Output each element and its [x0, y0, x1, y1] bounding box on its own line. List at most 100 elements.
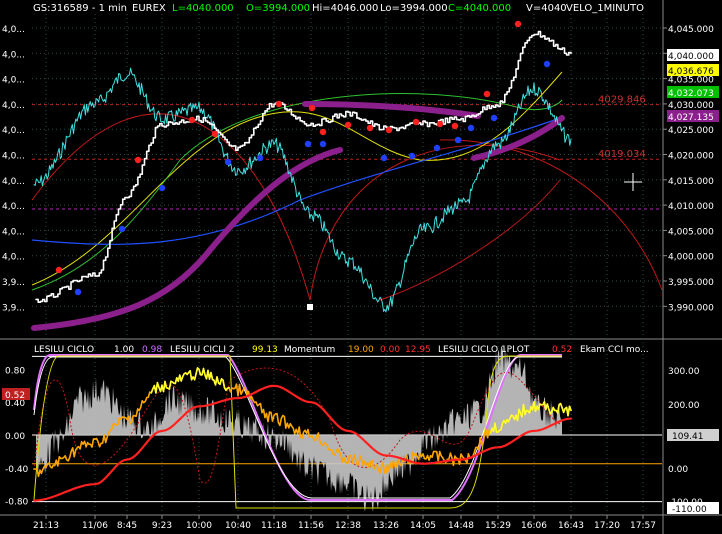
pivot-high-dot: [211, 130, 219, 138]
oscillator-legend-item: 1.00: [114, 345, 134, 355]
price-axis-tick-label: 4,020.000: [668, 152, 714, 162]
pivot-low-dot: [118, 225, 126, 233]
header-indicator: VELO_1MINUTO: [566, 3, 644, 14]
time-axis-label: 11/06: [82, 521, 108, 531]
pivot-low-dot: [224, 158, 232, 166]
pivot-high-dot: [55, 266, 63, 274]
pivot-high-dot: [436, 120, 444, 128]
pivot-low-dot: [490, 114, 498, 122]
pivot-high-dot: [412, 118, 420, 126]
time-axis-label: 12:38: [335, 521, 361, 531]
time-axis-label: 14:48: [448, 521, 474, 531]
oscillator-left-badge: 0.52: [5, 391, 25, 401]
left-axis-tick-label: 4,0...: [2, 177, 25, 187]
price-axis-tick-label: 4,045.000: [668, 25, 714, 35]
price-axis-tick-label: 4,005.000: [668, 227, 714, 237]
left-axis-tick-label: 4,0...: [2, 101, 25, 111]
oscillator-right-tick: 300.00: [668, 367, 700, 377]
oscillator-legend-item: Momentum: [284, 345, 335, 355]
header-open: O=3994.000: [246, 3, 310, 14]
price-axis-tick-label: 3,995.000: [668, 278, 714, 288]
pivot-high-dot: [275, 100, 283, 108]
time-axis-label: 15:29: [485, 521, 511, 531]
price-badge-label: 4,040.000: [668, 52, 714, 62]
price-axis-tick-label: 4,010.000: [668, 202, 714, 212]
oscillator-legend-item: 12.95: [405, 345, 431, 355]
pivot-low-dot: [158, 184, 166, 192]
time-axis-label: 9:23: [152, 521, 172, 531]
oscillator-legend-item: 0.98: [142, 345, 162, 355]
oscillator-legend-item: LESILU CICLI 2: [170, 345, 235, 355]
pivot-low-dot: [543, 60, 551, 68]
header-lo: Lo=3994.000: [380, 3, 448, 14]
pivot-high-dot: [344, 121, 352, 129]
chart-window: GS:316589 - 1 min EUREX L=4040.000 O=3994.0…: [0, 0, 722, 534]
header-volume: V=4040: [526, 3, 567, 14]
oscillator-legend-item: LESILU CICLO: [34, 345, 94, 355]
left-axis-tick-label: 4,0...: [2, 76, 25, 86]
left-axis-tick-label: 3,9...: [2, 303, 25, 313]
header-low: L=4040.000: [172, 3, 234, 14]
cci-badge2-label: -110.00: [672, 505, 707, 515]
left-axis-tick-label: 4,0...: [2, 227, 25, 237]
oscillator-legend-item: 99.13: [252, 345, 278, 355]
time-axis-label: 17:20: [594, 521, 620, 531]
pivot-low-dot: [256, 154, 264, 162]
oscillator-legend-item: LESILU CICLO 1PLOT: [438, 345, 530, 355]
oscillator-left-tick: -0.80: [5, 498, 29, 508]
cci-badge-label: 109.41: [672, 432, 704, 442]
header-symbol: GS:316589 - 1 min: [33, 3, 127, 14]
pivot-low-dot: [433, 144, 441, 152]
left-axis-tick-label: 4,0...: [2, 253, 25, 263]
time-axis-label: 17:57: [630, 521, 656, 531]
price-axis-tick-label: 4,030.000: [668, 101, 714, 111]
oscillator-legend-item: 19.00: [348, 345, 374, 355]
price-axis-tick-label: 4,035.000: [668, 76, 714, 86]
price-chart[interactable]: GS:316589 - 1 min EUREX L=4040.000 O=3994.0…: [0, 0, 722, 534]
price-badge-label: 4,027.135: [668, 113, 714, 123]
pivot-high-dot: [366, 124, 374, 132]
header-exchange: EUREX: [132, 3, 166, 14]
pivot-low-dot: [74, 288, 82, 296]
level-low-label: 4019.034: [598, 149, 646, 160]
pivot-high-dot: [188, 116, 196, 124]
price-axis-tick-label: 4,000.000: [668, 253, 714, 263]
time-axis-label: 21:13: [33, 521, 59, 531]
time-axis-label: 16:43: [558, 521, 584, 531]
oscillator-left-tick: 0.00: [5, 432, 25, 442]
time-axis-label: 13:26: [373, 521, 399, 531]
oscillator-right-tick: 200.00: [668, 401, 700, 411]
time-axis-label: 14:05: [410, 521, 436, 531]
left-axis-tick-label: 4,0...: [2, 152, 25, 162]
low-marker: [307, 304, 313, 310]
price-badge-label: 4,032.073: [668, 89, 714, 99]
time-axis-label: 10:40: [225, 521, 251, 531]
pivot-high-dot: [319, 128, 327, 136]
header-close: C=4040.000: [448, 3, 511, 14]
pivot-high-dot: [134, 156, 142, 164]
pivot-low-dot: [380, 154, 388, 162]
pivot-low-dot: [454, 136, 462, 144]
header-high: Hi=4046.000: [312, 3, 378, 14]
left-axis-tick-label: 4,0...: [2, 50, 25, 60]
price-axis-tick-label: 4,025.000: [668, 126, 714, 136]
price-axis-tick-label: 4,015.000: [668, 177, 714, 187]
time-axis-label: 16:06: [521, 521, 547, 531]
time-axis-label: 11:56: [298, 521, 324, 531]
oscillator-legend-item: Ekam CCI mo...: [580, 345, 649, 355]
pivot-low-dot: [319, 140, 327, 148]
pivot-high-dot: [514, 20, 522, 28]
oscillator-left-tick: 0.80: [5, 366, 25, 376]
pivot-low-dot: [467, 124, 475, 132]
left-axis-tick-label: 3,9...: [2, 278, 25, 288]
oscillator-legend-item: 0.00: [380, 345, 400, 355]
oscillator-right-tick: 0.00: [668, 465, 688, 475]
left-axis-tick-label: 4,0...: [2, 25, 25, 35]
pivot-high-dot: [451, 122, 459, 130]
level-high-label: 4029.846: [598, 95, 646, 106]
pivot-high-dot: [308, 104, 316, 112]
time-axis-label: 11:18: [261, 521, 287, 531]
pivot-high-dot: [385, 126, 393, 134]
oscillator-left-tick: -0.40: [5, 465, 29, 475]
pivot-low-dot: [304, 140, 312, 148]
